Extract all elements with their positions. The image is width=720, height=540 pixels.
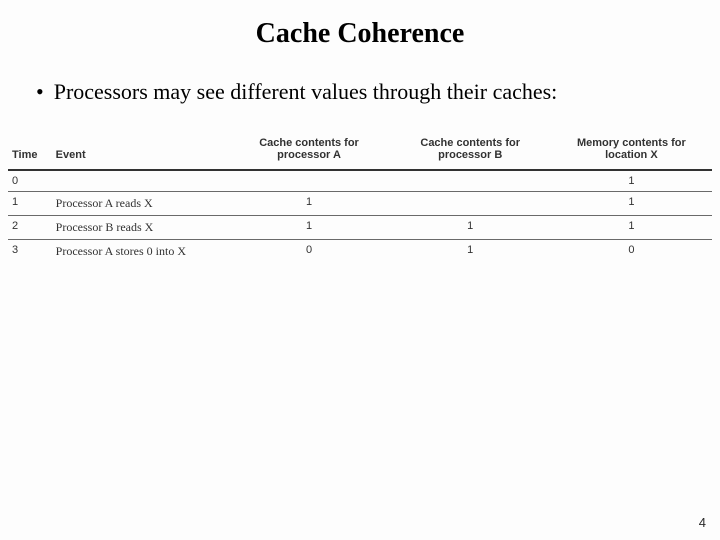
table-row: 3 Processor A stores 0 into X 0 1 0 (8, 239, 712, 263)
bullet-list: • Processors may see different values th… (0, 78, 720, 107)
cell-event: Processor A reads X (52, 191, 229, 215)
table-row: 1 Processor A reads X 1 1 (8, 191, 712, 215)
cell-memory: 1 (551, 170, 712, 192)
table-header-row: Time Event Cache contents for processor … (8, 131, 712, 170)
cell-memory: 0 (551, 239, 712, 263)
cell-event: Processor A stores 0 into X (52, 239, 229, 263)
cell-cache-b (390, 170, 551, 192)
col-memory: Memory contents for location X (551, 131, 712, 170)
cell-cache-a: 1 (228, 191, 389, 215)
page-number: 4 (699, 515, 706, 530)
cell-cache-a: 0 (228, 239, 389, 263)
cell-time: 3 (8, 239, 52, 263)
cell-event (52, 170, 229, 192)
cell-memory: 1 (551, 191, 712, 215)
cell-event: Processor B reads X (52, 215, 229, 239)
coherence-table: Time Event Cache contents for processor … (0, 131, 720, 263)
cell-memory: 1 (551, 215, 712, 239)
cell-cache-a (228, 170, 389, 192)
slide-title: Cache Coherence (0, 0, 720, 78)
cell-time: 2 (8, 215, 52, 239)
cell-cache-b: 1 (390, 215, 551, 239)
cell-cache-a: 1 (228, 215, 389, 239)
col-cache-a: Cache contents for processor A (228, 131, 389, 170)
cell-cache-b (390, 191, 551, 215)
bullet-item: • Processors may see different values th… (36, 78, 680, 107)
table-row: 2 Processor B reads X 1 1 1 (8, 215, 712, 239)
table-row: 0 1 (8, 170, 712, 192)
col-cache-b: Cache contents for processor B (390, 131, 551, 170)
cell-time: 0 (8, 170, 52, 192)
col-event: Event (52, 131, 229, 170)
cell-time: 1 (8, 191, 52, 215)
bullet-marker: • (36, 78, 54, 107)
col-time: Time (8, 131, 52, 170)
cell-cache-b: 1 (390, 239, 551, 263)
bullet-text: Processors may see different values thro… (54, 78, 558, 107)
